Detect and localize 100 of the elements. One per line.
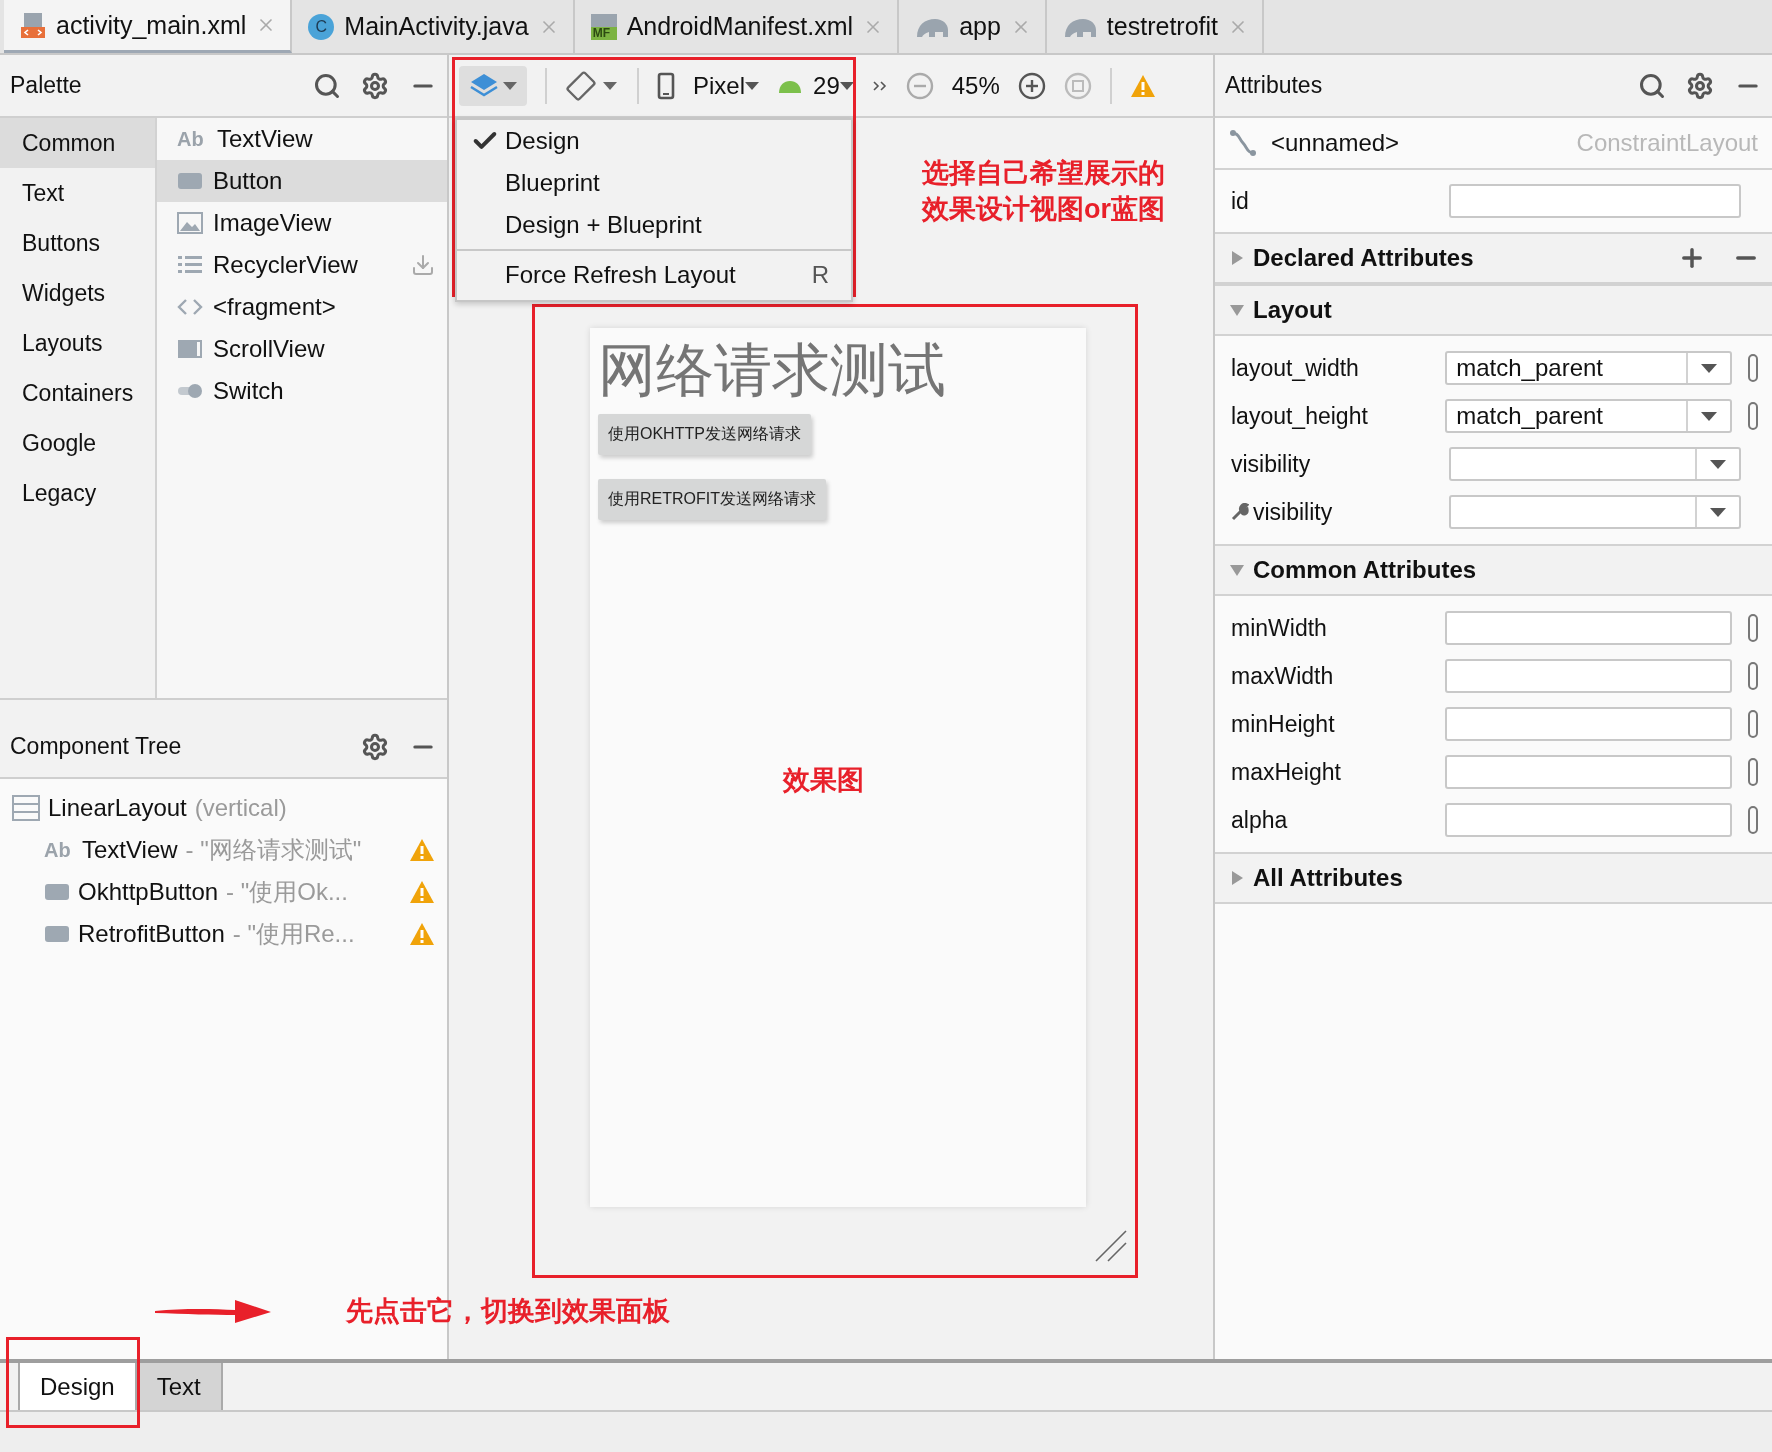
caret-icon[interactable]: [1710, 507, 1726, 517]
text-view-icon: Ab: [177, 127, 207, 151]
attribute-label: maxHeight: [1231, 758, 1342, 786]
layout-file-icon: [20, 11, 46, 39]
component-name: <unnamed>: [1271, 129, 1400, 157]
constraint-icon: [1229, 129, 1257, 157]
attribute-field[interactable]: [1445, 659, 1733, 693]
resize-handle-icon[interactable]: [1094, 1229, 1128, 1263]
palette-item[interactable]: Ab TextView: [157, 118, 447, 160]
preview-title: 网络请求测试: [598, 338, 946, 402]
download-icon[interactable]: [411, 253, 435, 277]
attribute-field[interactable]: [1445, 755, 1733, 789]
palette-category[interactable]: Text: [0, 168, 155, 218]
palette-item[interactable]: RecyclerView: [157, 244, 447, 286]
editor-tab[interactable]: activity_main.xml: [4, 0, 293, 53]
phone-icon[interactable]: [657, 71, 675, 100]
palette-category[interactable]: Layouts: [0, 318, 155, 368]
attribute-field[interactable]: [1445, 707, 1733, 741]
palette-category[interactable]: Buttons: [0, 218, 155, 268]
toggle-icon[interactable]: [1748, 354, 1758, 382]
section-header[interactable]: Common Attributes: [1215, 544, 1772, 596]
caret-icon[interactable]: [745, 81, 760, 90]
list-icon: [177, 254, 203, 276]
attribute-dropdown[interactable]: match_parent: [1445, 399, 1733, 433]
palette-category[interactable]: Containers: [0, 368, 155, 418]
linear-layout-icon: [12, 795, 40, 821]
caret-icon[interactable]: [1710, 459, 1726, 469]
collapsed-triangle-icon[interactable]: [1229, 250, 1245, 266]
attribute-label: id: [1231, 187, 1250, 215]
expanded-triangle-icon[interactable]: [1229, 562, 1245, 578]
section-header[interactable]: All Attributes: [1215, 852, 1772, 904]
class-icon: C: [308, 13, 335, 40]
warning-icon: [1129, 73, 1156, 98]
palette-item[interactable]: ScrollView: [157, 328, 447, 370]
panel-title: Palette: [10, 72, 83, 99]
caret-icon[interactable]: [839, 81, 854, 90]
annotation-note: 效果图: [783, 764, 864, 797]
collapsed-triangle-icon[interactable]: [1229, 870, 1245, 886]
annotation-note: 先点击它，切换到效果面板: [346, 1295, 670, 1328]
search-icon[interactable]: [1638, 71, 1666, 100]
device-selector[interactable]: Pixel: [693, 71, 746, 100]
menu-item[interactable]: Blueprint: [457, 162, 851, 204]
tree-item-detail: - "使用Re...: [232, 919, 356, 949]
rotate-device-icon[interactable]: [565, 70, 619, 101]
caret-icon: [503, 81, 517, 90]
palette-item[interactable]: Button: [157, 160, 447, 202]
toggle-icon[interactable]: [1748, 710, 1758, 738]
toggle-icon[interactable]: [1748, 662, 1758, 690]
toggle-icon[interactable]: [1748, 806, 1758, 834]
toggle-icon[interactable]: [1748, 402, 1758, 430]
component-type: ConstraintLayout: [1576, 129, 1758, 157]
editor-mode-tab[interactable]: Design: [18, 1363, 137, 1410]
settings-icon[interactable]: [361, 71, 389, 100]
attribute-label: layout_height: [1231, 402, 1369, 430]
section-header[interactable]: Layout: [1215, 284, 1772, 336]
tree-item[interactable]: TextView: [82, 836, 178, 864]
panel-title: Attributes: [1225, 72, 1324, 99]
attribute-label: minWidth: [1231, 614, 1328, 642]
settings-icon[interactable]: [1686, 71, 1714, 100]
caret-icon[interactable]: [1701, 363, 1718, 373]
menu-item[interactable]: Force Refresh Layout R: [457, 254, 851, 296]
design-mode-button[interactable]: [459, 65, 527, 106]
attribute-field[interactable]: [1445, 803, 1733, 837]
expanded-triangle-icon[interactable]: [1229, 302, 1245, 318]
menu-item[interactable]: Design + Blueprint: [457, 204, 851, 246]
palette-item[interactable]: <fragment>: [157, 286, 447, 328]
caret-icon[interactable]: [1701, 411, 1718, 421]
palette-item[interactable]: Switch: [157, 370, 447, 412]
image-icon: [177, 212, 203, 234]
annotation-note: 选择自己希望展示的 效果设计视图or蓝图: [922, 157, 1165, 227]
button-widget-icon: [177, 172, 203, 190]
tree-item-detail: - "使用Ok...: [226, 877, 349, 907]
id-field[interactable]: [1449, 184, 1741, 218]
tree-item-detail: (vertical): [194, 794, 288, 822]
attribute-label: layout_width: [1231, 354, 1360, 382]
toggle-icon[interactable]: [1748, 758, 1758, 786]
manifest-file-icon: MF: [590, 13, 617, 40]
toggle-icon[interactable]: [1748, 614, 1758, 642]
settings-icon[interactable]: [361, 732, 389, 761]
switch-icon: [177, 383, 203, 399]
palette-category[interactable]: Widgets: [0, 268, 155, 318]
palette-category[interactable]: Google: [0, 418, 155, 468]
attribute-label: visibility: [1231, 450, 1312, 478]
api-level-selector[interactable]: 29: [813, 71, 840, 100]
palette-item[interactable]: ImageView: [157, 202, 447, 244]
tree-item-detail: - "网络请求测试": [185, 835, 363, 865]
search-icon[interactable]: [313, 71, 341, 100]
section-header[interactable]: Declared Attributes: [1215, 232, 1772, 284]
palette-category[interactable]: Common: [0, 118, 155, 168]
overflow-chevrons-icon[interactable]: [871, 79, 888, 92]
menu-item[interactable]: Design: [457, 120, 851, 162]
attribute-dropdown[interactable]: match_parent: [1445, 351, 1733, 385]
button-widget-icon: [44, 925, 70, 943]
palette-category[interactable]: Legacy: [0, 468, 155, 518]
zoom-in-icon[interactable]: [1017, 71, 1046, 100]
tree-item[interactable]: OkhttpButton: [78, 878, 219, 906]
tree-item[interactable]: LinearLayout: [48, 794, 187, 822]
tree-item[interactable]: RetrofitButton: [78, 920, 225, 948]
attribute-label: maxWidth: [1231, 662, 1335, 690]
attribute-field[interactable]: [1445, 611, 1733, 645]
